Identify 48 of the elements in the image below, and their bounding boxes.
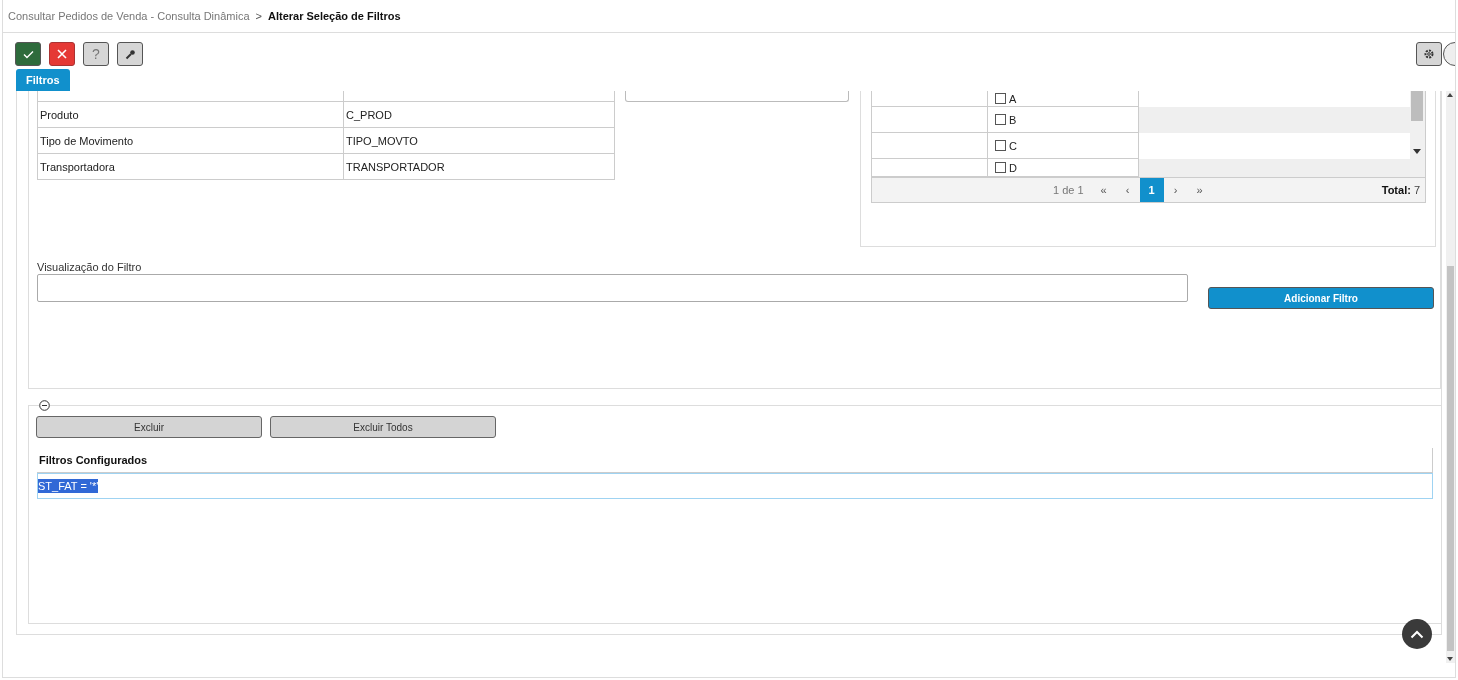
field-label: Visualização do Filtro — [37, 261, 143, 273]
page-info: 1 de 1 — [1053, 184, 1084, 196]
select-field[interactable] — [625, 91, 849, 102]
add-filter-button[interactable]: Adicionar Filtro — [1208, 287, 1434, 309]
breadcrumb-separator: > — [255, 10, 262, 22]
total-label: Total: — [1381, 184, 1411, 196]
table-cell-text: TIPO_MOVTO — [345, 133, 419, 149]
total-count: 7 — [1413, 184, 1420, 196]
tools-button[interactable] — [117, 42, 143, 66]
checkbox-label: A — [1009, 92, 1017, 105]
filter-expression: ST_FAT = '*' — [38, 479, 99, 493]
scrollbar[interactable] — [1410, 91, 1425, 177]
scroll-to-top-button[interactable] — [1402, 619, 1432, 649]
settings-button[interactable] — [1416, 42, 1442, 66]
delete-button[interactable]: Excluir Todos — [270, 416, 496, 438]
tab[interactable]: Filtros — [16, 69, 70, 91]
checkbox-label: B — [1009, 113, 1017, 126]
collapse-icon[interactable] — [39, 400, 50, 411]
checkbox-label: D — [1009, 161, 1017, 174]
breadcrumb-link[interactable]: Consultar Pedidos de Venda - Consulta Dinâmica — [8, 10, 250, 22]
close-icon — [57, 49, 67, 59]
pager-link[interactable]: » — [1187, 184, 1212, 196]
filter-preview-field[interactable] — [37, 274, 1188, 302]
cancel-button[interactable] — [49, 42, 75, 66]
settings-icon — [1423, 48, 1435, 60]
checkbox-label: C — [1009, 139, 1017, 152]
table-row[interactable]: ST_FAT = '*' — [37, 473, 1433, 499]
check-icon — [22, 49, 34, 59]
checkbox[interactable] — [995, 162, 1006, 173]
checkbox[interactable] — [995, 114, 1006, 125]
page-title: Alterar Seleção de Filtros — [267, 10, 401, 22]
table-cell-text: C_PROD — [345, 107, 393, 123]
pager-link[interactable]: ‹ — [1115, 184, 1140, 196]
wrench-icon — [124, 48, 136, 60]
confirm-button[interactable] — [15, 42, 41, 66]
pager-link[interactable]: « — [1091, 184, 1116, 196]
checkbox[interactable] — [995, 93, 1006, 104]
checkbox[interactable] — [995, 140, 1006, 151]
pager-link[interactable]: › — [1163, 184, 1188, 196]
table-cell: Tipo de Movimento — [38, 128, 344, 153]
table-cell: Produto — [38, 102, 344, 127]
column-header: Filtros Configurados — [37, 448, 1433, 473]
chevron-up-icon — [1410, 629, 1424, 639]
page-link[interactable]: 1 — [1139, 178, 1164, 202]
table-cell: Transportadora — [38, 154, 344, 179]
scrollbar[interactable] — [1446, 91, 1455, 663]
delete-button[interactable]: Excluir — [36, 416, 262, 438]
table-cell-text: TRANSPORTADOR — [345, 159, 446, 175]
